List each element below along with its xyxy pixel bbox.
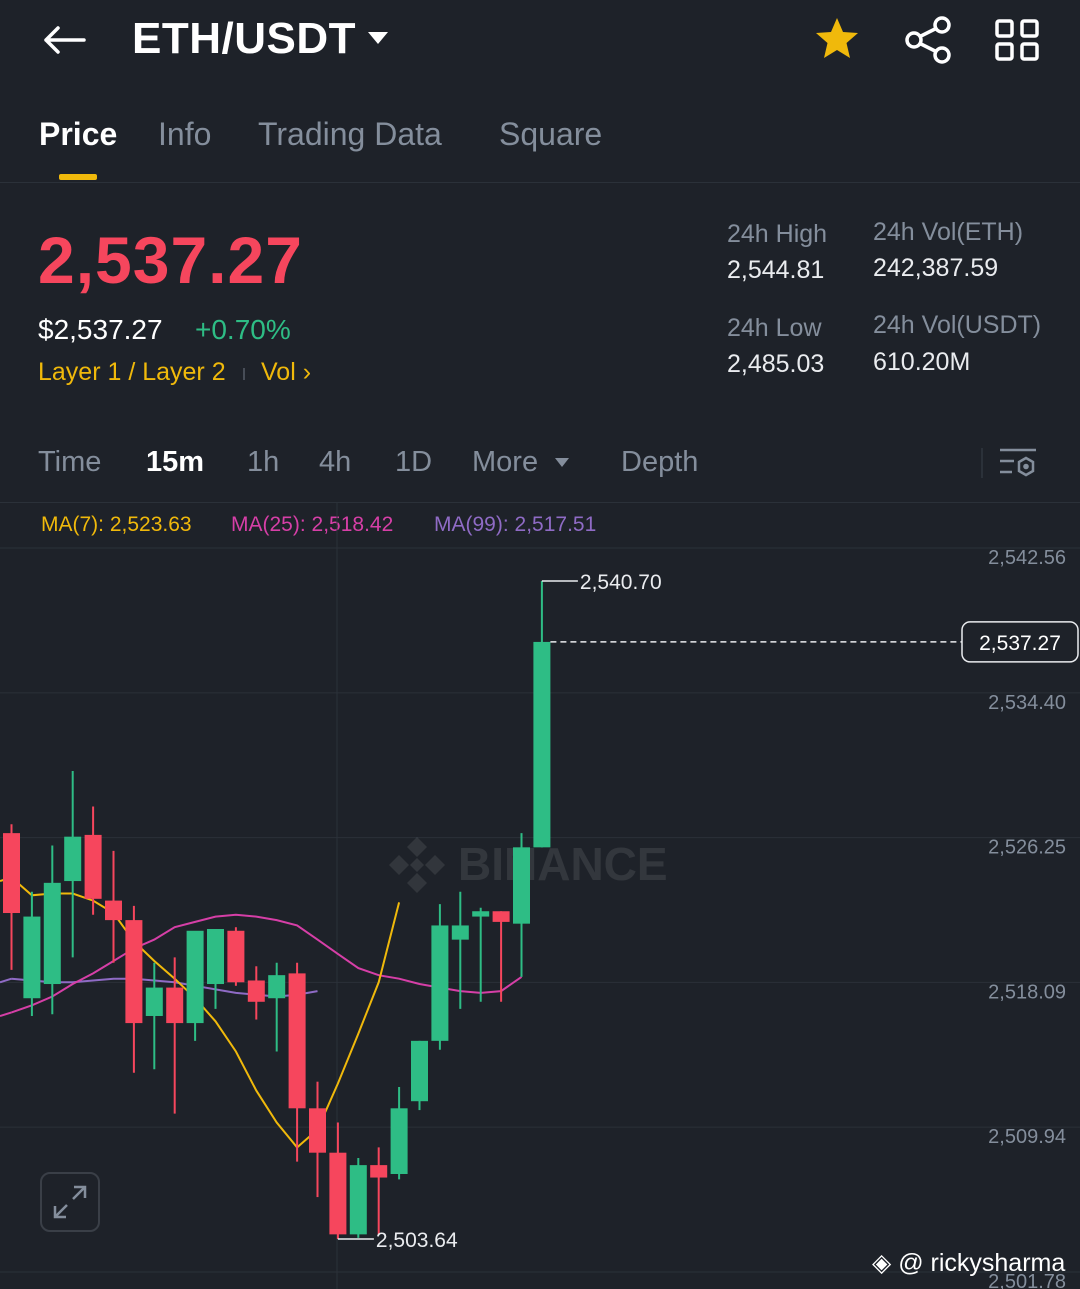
tag-separator [243, 368, 245, 380]
candle-body [268, 975, 286, 999]
candle-body [288, 973, 306, 1109]
star-icon[interactable] [812, 14, 862, 64]
low-marker-label: 2,503.64 [376, 1229, 458, 1252]
candle-body [43, 882, 61, 985]
interval-1d[interactable]: 1D [395, 446, 432, 479]
high-value: 2,544.81 [727, 256, 825, 284]
tab-bar: Price Info Trading Data Square [0, 112, 1080, 182]
candlestick-chart[interactable]: 2,542.56 2,534.40 2,526.25 2,518.09 2,509.94… [0, 503, 1080, 1289]
candle-body [3, 833, 20, 914]
candle-body [472, 911, 490, 917]
watermark-text: BINANCE [458, 838, 668, 890]
y-tick-label: 2,526.25 [988, 837, 1066, 859]
candle-body [329, 1152, 347, 1235]
interval-depth[interactable]: Depth [621, 446, 698, 479]
back-arrow-icon[interactable] [40, 20, 88, 60]
header: ETH/USDT [0, 0, 1080, 82]
tab-info[interactable]: Info [158, 116, 211, 153]
tab-price[interactable]: Price [39, 116, 117, 153]
interval-more[interactable]: More [472, 446, 538, 479]
candle-body [227, 930, 245, 983]
last-price: 2,537.27 [38, 223, 303, 297]
pair-title[interactable]: ETH/USDT [132, 14, 356, 64]
last-price-label: 2,537.27 [979, 632, 1061, 655]
expand-icon [53, 1185, 87, 1219]
y-tick-label: 2,518.09 [988, 981, 1066, 1003]
price-change: +0.70% [195, 314, 291, 345]
vol-link[interactable]: Vol › [261, 358, 311, 387]
y-tick-label: 2,534.40 [988, 692, 1066, 714]
interval-time[interactable]: Time [38, 446, 101, 479]
chevron-right-icon: › [302, 358, 312, 386]
active-tab-indicator [59, 174, 97, 180]
fullscreen-button[interactable] [40, 1172, 100, 1232]
chart-settings-icon[interactable] [998, 446, 1038, 480]
candle-body [166, 987, 184, 1024]
vol-eth-label: 24h Vol(ETH) [873, 218, 1024, 246]
category-tags[interactable]: Layer 1 / Layer 2 [38, 358, 226, 387]
candle-body [370, 1165, 388, 1178]
candle-body [513, 847, 530, 924]
y-tick-label: 2,542.56 [988, 547, 1066, 569]
candle-body [349, 1165, 367, 1235]
high-marker-label: 2,540.70 [580, 571, 662, 594]
candle-body [431, 925, 449, 1041]
fiat-price: $2,537.27 [38, 314, 163, 345]
grid-icon[interactable] [994, 18, 1040, 62]
interval-1h[interactable]: 1h [247, 446, 279, 479]
candle-body [411, 1040, 428, 1102]
candle-body [64, 836, 82, 882]
credit-watermark: ◈ @ rickysharma [872, 1248, 1065, 1278]
low-label: 24h Low [727, 314, 822, 342]
vol-usdt-label: 24h Vol(USDT) [873, 311, 1042, 339]
vol-link-label: Vol [261, 358, 296, 386]
candle-body [451, 925, 469, 940]
candle-body [125, 920, 143, 1024]
candle-body [186, 930, 204, 1024]
share-icon[interactable] [902, 14, 954, 66]
candle-body [390, 1108, 408, 1174]
more-caret-icon [555, 458, 569, 467]
candle-body [533, 641, 551, 848]
candle-body [84, 834, 102, 899]
credit-text: @ rickysharma [898, 1249, 1066, 1277]
candle-body [105, 900, 122, 921]
tab-trading-data[interactable]: Trading Data [258, 116, 442, 153]
candle-body [145, 987, 163, 1016]
ma99-line-lead [0, 977, 12, 984]
interval-15m[interactable]: 15m [146, 446, 204, 479]
vol-eth-value: 242,387.59 [873, 254, 999, 282]
divider [0, 182, 1080, 183]
ma7-line [10, 876, 401, 1149]
binance-logo-icon: ◈ [872, 1249, 892, 1277]
ma25-line-lead [0, 1011, 12, 1017]
toolbar-separator [981, 448, 983, 478]
low-value: 2,485.03 [727, 350, 825, 378]
candle-body [492, 911, 510, 922]
chevron-down-icon[interactable] [368, 32, 388, 44]
candle-body [309, 1108, 326, 1153]
candle-body [247, 980, 265, 1002]
interval-4h[interactable]: 4h [319, 446, 351, 479]
tab-square[interactable]: Square [499, 116, 602, 153]
candle-body [207, 928, 224, 985]
high-label: 24h High [727, 220, 828, 248]
candle-body [23, 916, 41, 999]
vol-usdt-value: 610.20M [873, 348, 971, 376]
y-tick-label: 2,509.94 [988, 1126, 1066, 1148]
